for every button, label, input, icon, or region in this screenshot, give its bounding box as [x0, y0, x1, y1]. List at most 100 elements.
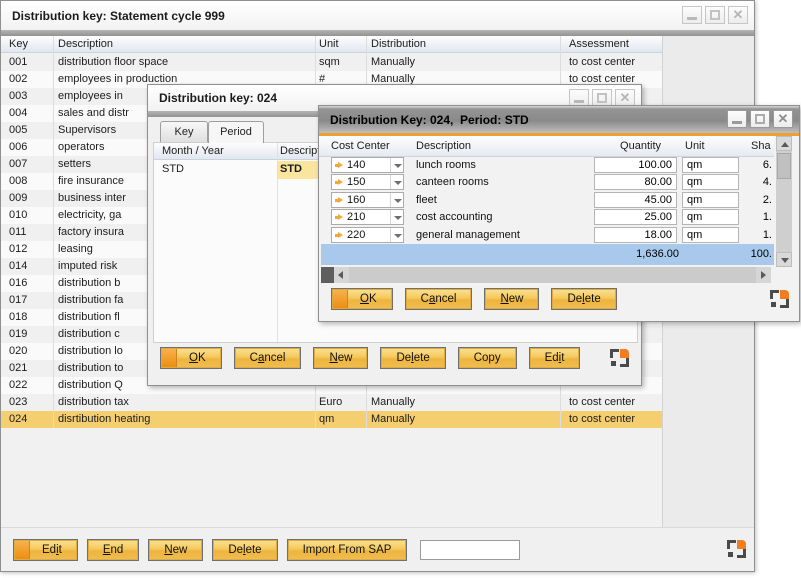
delete-button[interactable]: Delete	[212, 539, 277, 561]
scroll-right-icon[interactable]	[756, 267, 771, 283]
unit-field[interactable]: qm	[682, 157, 739, 173]
cost-center-value: 210	[347, 210, 365, 225]
total-row: 1,636.00 100.	[321, 244, 774, 265]
unit-field[interactable]: qm	[682, 174, 739, 190]
footer-input[interactable]	[420, 540, 520, 560]
delete-button[interactable]: Delete	[380, 347, 445, 369]
quantity-field[interactable]: 25.00	[594, 209, 677, 225]
unit-field[interactable]: qm	[682, 192, 739, 208]
new-button[interactable]: New	[313, 347, 368, 369]
link-arrow-icon[interactable]	[335, 232, 340, 238]
vertical-scrollbar[interactable]	[776, 136, 792, 267]
cost-center-combo[interactable]: 220	[331, 227, 404, 243]
quantity-field[interactable]: 45.00	[594, 192, 677, 208]
copy-button[interactable]: Copy	[458, 347, 517, 369]
cost-center-combo[interactable]: 160	[331, 192, 404, 208]
cost-center-table-header: Cost Center Description Quantity Unit Sh…	[319, 136, 774, 157]
minimize-icon[interactable]	[682, 6, 702, 24]
window-period-titlebar[interactable]: Distribution Key: 024, Period: STD ✕	[319, 106, 799, 133]
month-year-cell[interactable]: STD	[162, 161, 184, 178]
cell: Manually	[371, 394, 559, 411]
table-row[interactable]: 024disrtibution heatingqmManuallyto cost…	[1, 411, 662, 428]
share-cell: 2.	[739, 192, 772, 208]
edit-button[interactable]: Edit	[13, 539, 78, 561]
horizontal-scrollbar[interactable]	[321, 267, 771, 283]
tab-key[interactable]: Key	[160, 121, 208, 142]
cost-center-row[interactable]: 220 general management 18.00 qm1.	[319, 227, 774, 244]
window-period-buttons: OK Cancel New Delete	[331, 288, 629, 310]
table-row[interactable]: 023distribution taxEuroManuallyto cost c…	[1, 394, 662, 411]
share-cell: 1.	[739, 227, 772, 243]
cell: 010	[9, 207, 52, 224]
cost-center-combo[interactable]: 210	[331, 209, 404, 225]
delete-button[interactable]: Delete	[551, 288, 616, 310]
dropdown-arrow-icon[interactable]	[390, 210, 403, 224]
column-header-share: Sha	[751, 136, 773, 156]
close-icon[interactable]: ✕	[728, 6, 748, 24]
maximize-icon[interactable]	[750, 110, 770, 128]
dropdown-arrow-icon[interactable]	[390, 193, 403, 207]
link-arrow-icon[interactable]	[335, 162, 340, 168]
close-icon[interactable]: ✕	[773, 110, 793, 128]
main-button-bar: Edit End New Delete Import From SAP	[1, 527, 754, 571]
cell: 011	[9, 224, 52, 241]
column-header-unit: Unit	[685, 136, 705, 156]
description-cell: general management	[416, 227, 520, 243]
window-distribution-key-period: Distribution Key: 024, Period: STD ✕ Cos…	[318, 105, 800, 322]
scrollbar-block[interactable]	[321, 267, 334, 283]
ok-button[interactable]: OK	[160, 347, 222, 369]
dropdown-arrow-icon[interactable]	[390, 228, 403, 242]
unit-field[interactable]: qm	[682, 227, 739, 243]
cost-center-row[interactable]: 150canteen rooms80.00qm4.	[319, 174, 774, 191]
total-share: 100.	[739, 244, 772, 265]
ok-button[interactable]: OK	[331, 288, 393, 310]
resize-grip-icon[interactable]	[727, 540, 746, 558]
minimize-icon[interactable]	[727, 110, 747, 128]
end-button[interactable]: End	[87, 539, 139, 561]
cost-center-combo[interactable]: 140	[331, 157, 404, 173]
cost-center-row[interactable]: 160fleet45.00qm2.	[319, 192, 774, 209]
quantity-field[interactable]: 80.00	[594, 174, 677, 190]
cell: to cost center	[569, 54, 660, 71]
maximize-icon[interactable]	[705, 6, 725, 24]
scroll-left-icon[interactable]	[334, 267, 349, 283]
cost-center-row[interactable]: 140 lunch rooms 100.00 qm6.	[319, 157, 774, 174]
cost-center-combo[interactable]: 150	[331, 174, 404, 190]
share-cell: 4.	[739, 174, 772, 190]
unit-field[interactable]: qm	[682, 209, 739, 225]
main-window-title: Distribution key: Statement cycle 999	[1, 9, 225, 23]
cell: 014	[9, 258, 52, 275]
cell: Euro	[319, 394, 369, 411]
dropdown-arrow-icon[interactable]	[390, 158, 403, 172]
window-period-title: Distribution Key: 024, Period: STD	[319, 113, 529, 127]
cancel-button[interactable]: Cancel	[405, 288, 473, 310]
table-row[interactable]: 001distribution floor spacesqmManuallyto…	[1, 54, 662, 71]
description-cell: lunch rooms	[416, 157, 476, 173]
window-key-buttons: OK Cancel New Delete Copy Edit	[160, 347, 592, 369]
main-window-titlebar[interactable]: Distribution key: Statement cycle 999 ✕	[1, 1, 754, 30]
quantity-field[interactable]: 18.00	[594, 227, 677, 243]
cell: 004	[9, 105, 52, 122]
import-from-sap-button[interactable]: Import From SAP	[287, 539, 408, 561]
scroll-up-icon[interactable]	[776, 136, 792, 151]
resize-grip-icon[interactable]	[770, 290, 789, 308]
scrollbar-thumb[interactable]	[777, 153, 791, 179]
edit-button[interactable]: Edit	[529, 347, 581, 369]
share-cell: 6.	[739, 157, 772, 173]
resize-grip-icon[interactable]	[610, 349, 629, 367]
cost-center-row[interactable]: 210cost accounting25.00qm1.	[319, 209, 774, 226]
link-arrow-icon[interactable]	[335, 179, 340, 185]
tab-period[interactable]: Period	[208, 121, 264, 143]
new-button[interactable]: New	[148, 539, 203, 561]
cancel-button[interactable]: Cancel	[234, 347, 302, 369]
scroll-down-icon[interactable]	[776, 252, 792, 267]
main-buttons: Edit End New Delete Import From SAP	[13, 539, 416, 561]
new-button[interactable]: New	[484, 288, 539, 310]
column-header-cost-center: Cost Center	[331, 136, 390, 156]
dropdown-arrow-icon[interactable]	[390, 175, 403, 189]
link-arrow-icon[interactable]	[335, 214, 340, 220]
link-arrow-icon[interactable]	[335, 197, 340, 203]
quantity-field[interactable]: 100.00	[594, 157, 677, 173]
main-table-header: Key Description Unit Distribution Assess…	[1, 36, 662, 53]
column-header-quantity: Quantity	[589, 136, 661, 156]
